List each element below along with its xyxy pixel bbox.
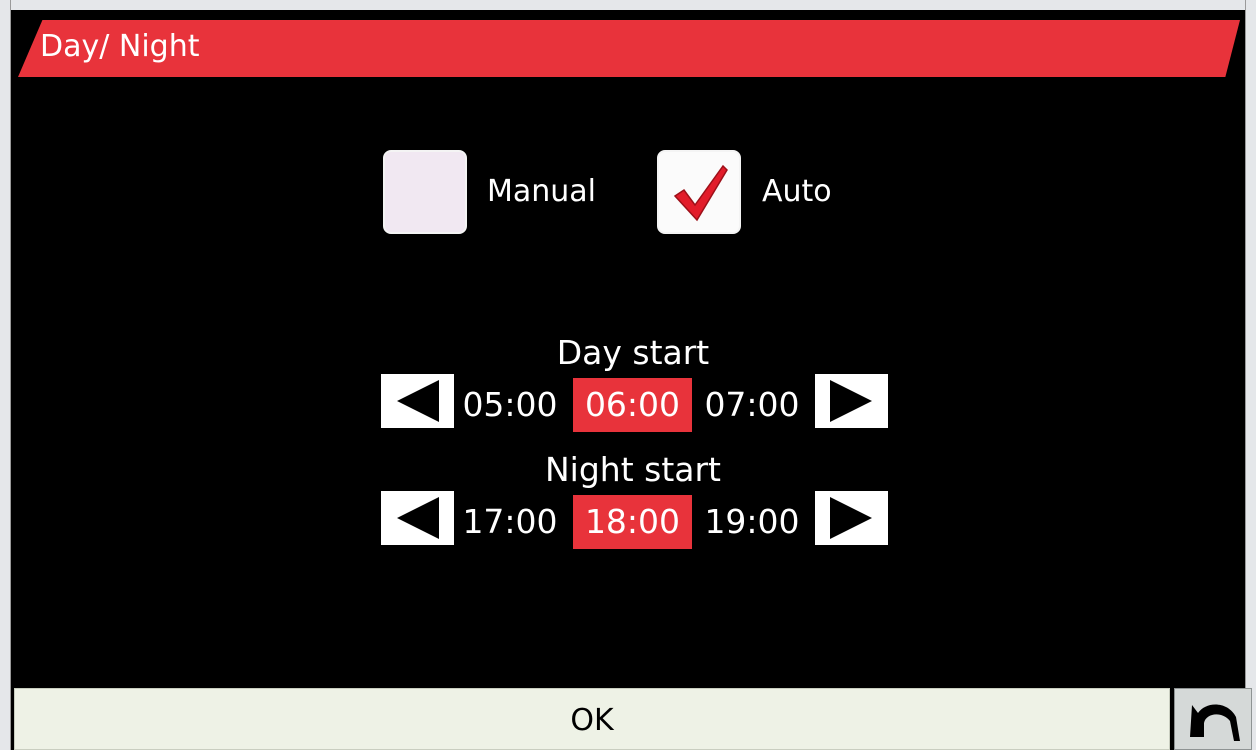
night-start-next-button[interactable] <box>815 491 888 545</box>
manual-label: Manual <box>487 174 597 209</box>
day-start-selected-time[interactable]: 06:00 <box>573 378 692 432</box>
night-start-prev-button[interactable] <box>381 491 454 545</box>
night-start-selected-time[interactable]: 18:00 <box>573 495 692 549</box>
undo-arrow-icon <box>1190 704 1240 741</box>
manual-checkbox[interactable] <box>383 150 467 234</box>
auto-label: Auto <box>762 174 832 209</box>
title-bar <box>18 20 1240 77</box>
auto-checkbox[interactable] <box>657 150 741 234</box>
window-border-top <box>0 0 1256 10</box>
day-start-title: Day start <box>556 333 710 372</box>
day-night-dialog: Day/ Night Manual Auto Day start 05:00 0… <box>0 0 1256 750</box>
ok-label: OK <box>570 703 614 738</box>
back-button[interactable] <box>1174 688 1252 750</box>
day-start-prev-button[interactable] <box>381 374 454 428</box>
night-start-next-time[interactable]: 19:00 <box>697 495 807 549</box>
triangle-left-icon <box>397 497 439 539</box>
night-start-prev-time[interactable]: 17:00 <box>455 495 565 549</box>
day-start-next-button[interactable] <box>815 374 888 428</box>
ok-button[interactable]: OK <box>14 688 1170 750</box>
day-start-prev-time[interactable]: 05:00 <box>455 378 565 432</box>
triangle-right-icon <box>830 380 872 422</box>
window-border-left <box>0 0 11 750</box>
dialog-title: Day/ Night <box>40 29 200 64</box>
checkmark-icon <box>673 164 728 222</box>
triangle-right-icon <box>830 497 872 539</box>
window-border-right <box>1245 0 1256 750</box>
triangle-left-icon <box>397 380 439 422</box>
night-start-title: Night start <box>544 450 721 489</box>
day-start-next-time[interactable]: 07:00 <box>697 378 807 432</box>
